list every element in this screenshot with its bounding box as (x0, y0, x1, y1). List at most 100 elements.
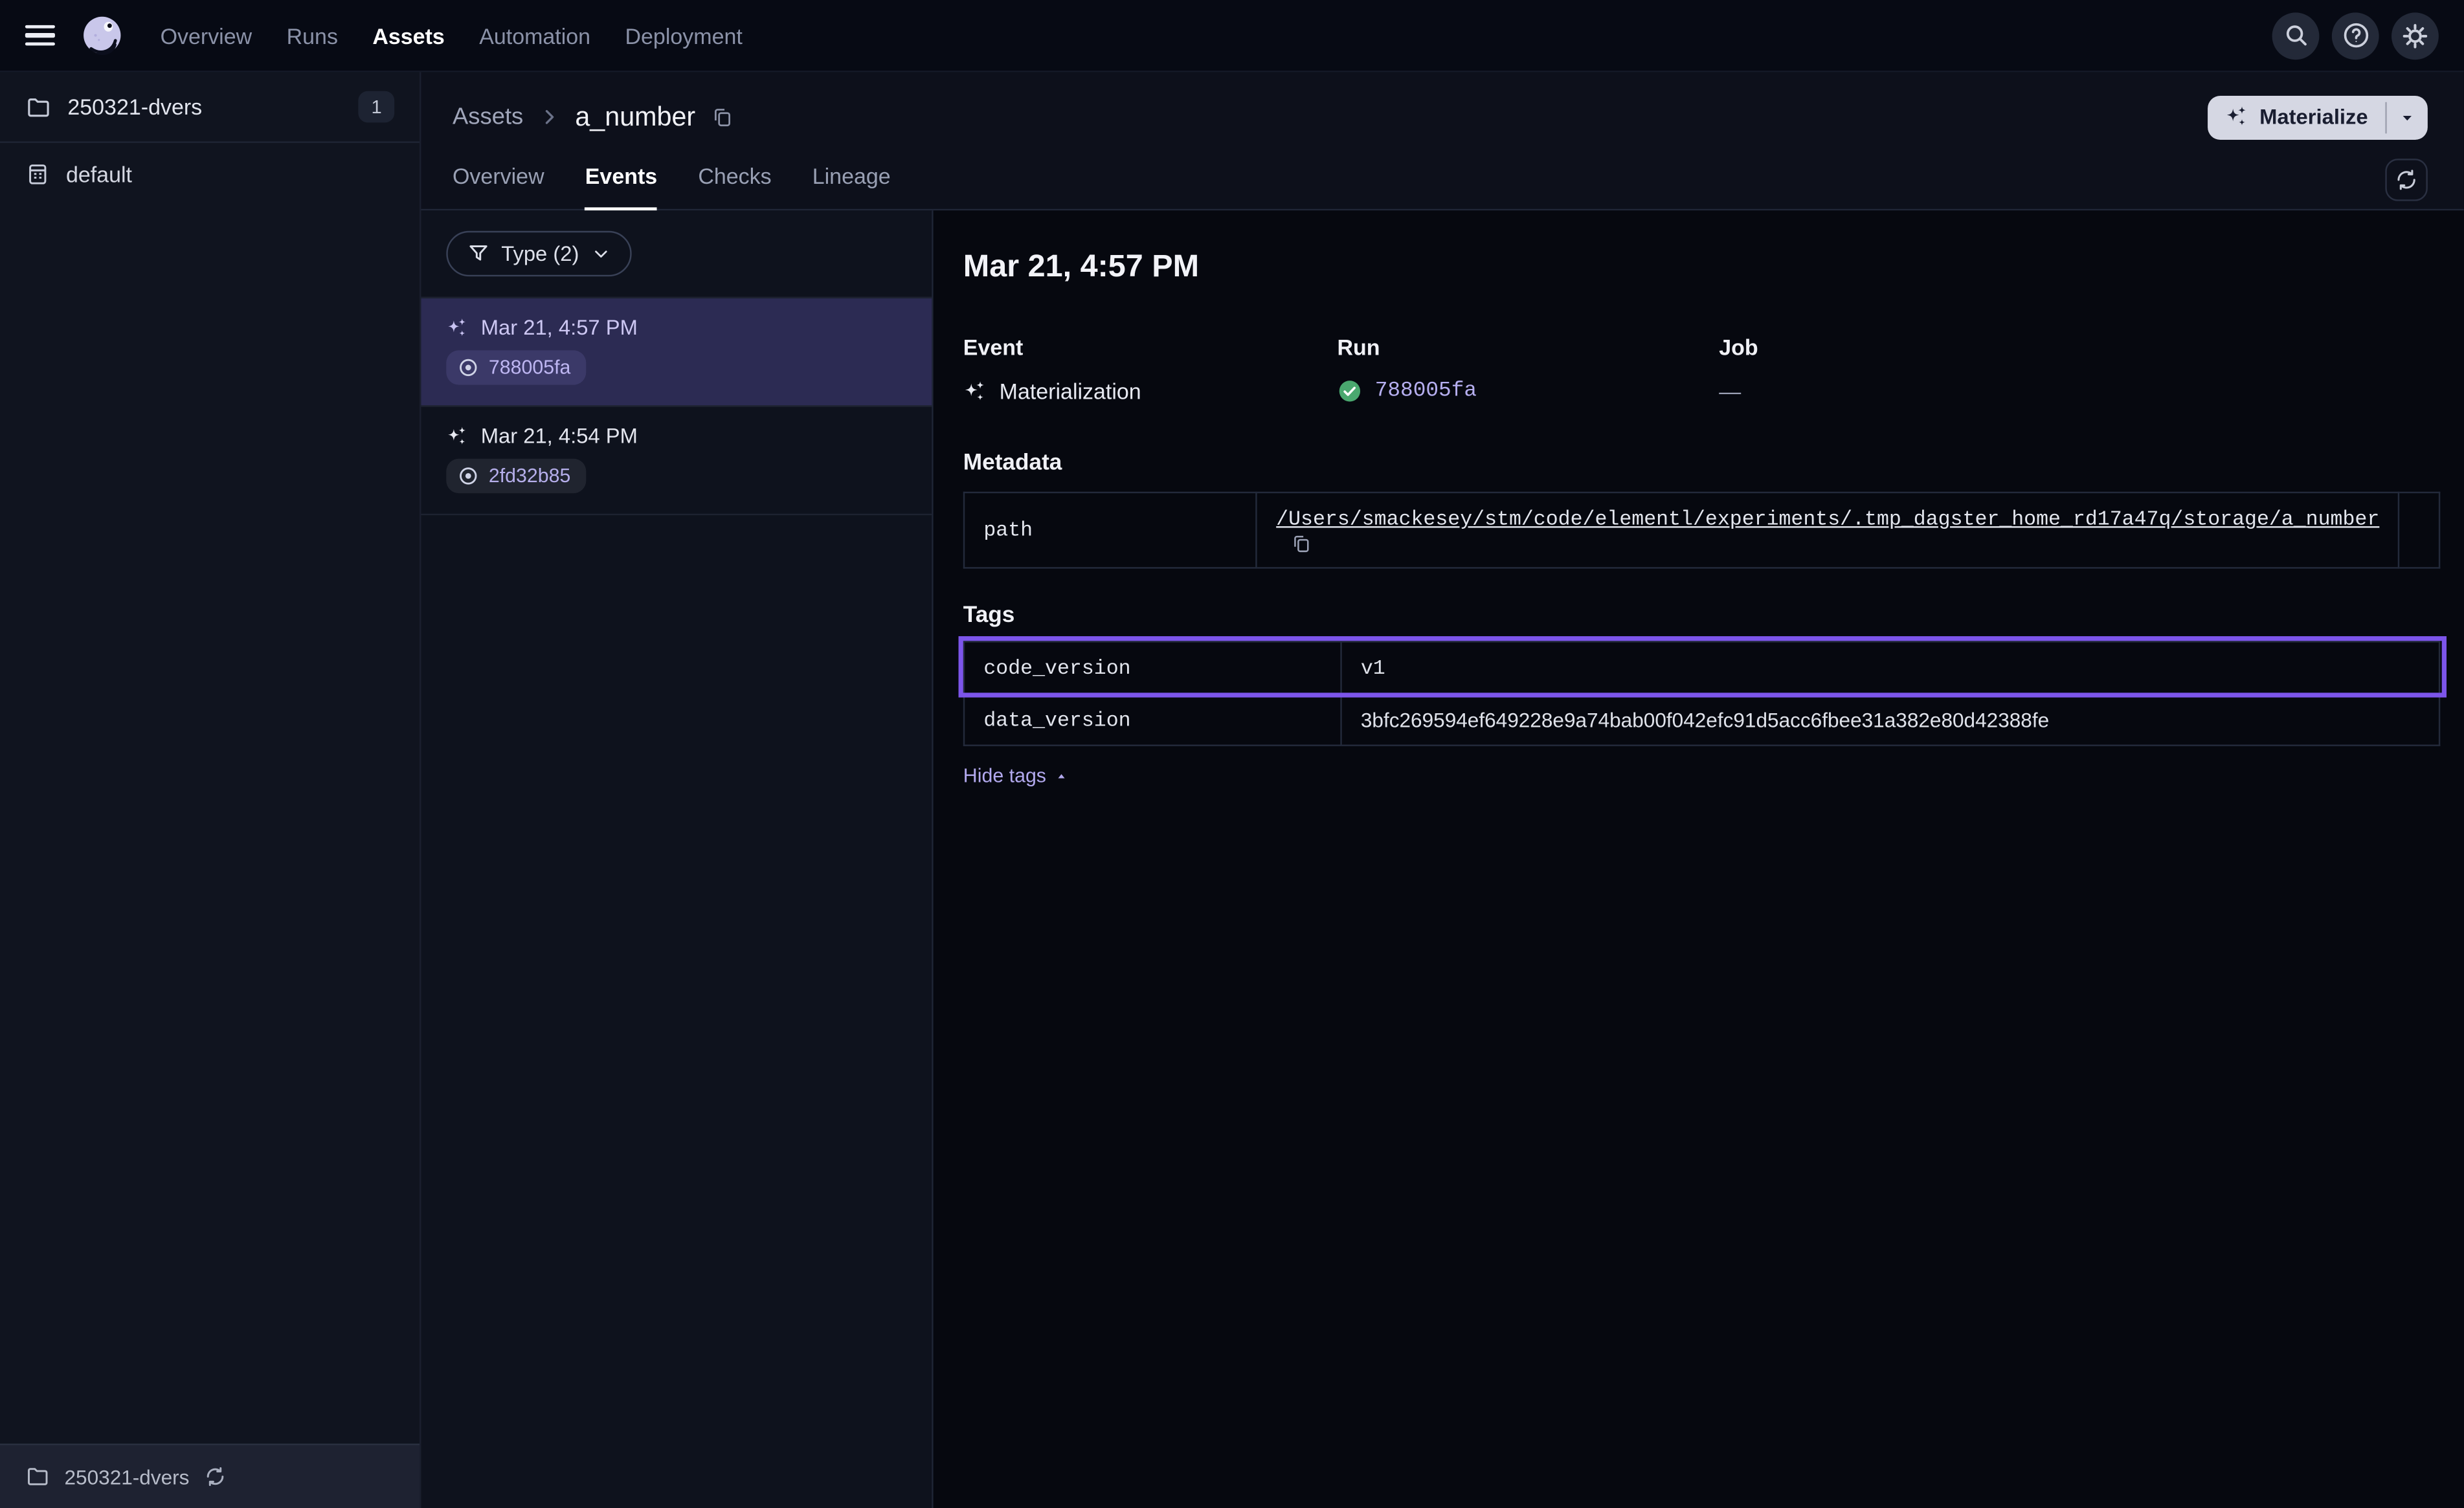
materialize-split-button: Materialize (2208, 95, 2428, 139)
asset-group-icon (25, 162, 50, 187)
filter-row: Type (2) (421, 210, 932, 296)
sidebar-item-code-location[interactable]: 250321-dvers 1 (0, 72, 420, 142)
settings-button[interactable] (2391, 12, 2439, 59)
asset-count-badge: 1 (359, 91, 394, 123)
tags-heading: Tags (963, 603, 2440, 628)
main-area: Assets a_number Materialize (421, 72, 2463, 1508)
nav-item-overview[interactable]: Overview (161, 23, 252, 48)
event-type-label: Materialization (1000, 379, 1141, 404)
gear-icon (2401, 21, 2430, 50)
tab-lineage[interactable]: Lineage (812, 151, 891, 210)
folder-icon (25, 1464, 50, 1489)
folder-icon (25, 93, 52, 120)
tag-value: 3bfc269594ef649228e9a74bab00f042efc91d5a… (1341, 694, 2440, 746)
path-link[interactable]: /Users/smackesey/stm/code/elementl/exper… (1276, 507, 2379, 531)
nav-item-deployment[interactable]: Deployment (625, 23, 742, 48)
hide-tags-link[interactable]: Hide tags (963, 765, 1068, 787)
materialization-sparkle-icon (446, 425, 468, 447)
tag-row-code-version: code_version v1 (964, 641, 2439, 693)
run-id-label: 2fd32b85 (489, 465, 571, 487)
tab-events[interactable]: Events (585, 151, 657, 210)
help-button[interactable] (2332, 12, 2379, 59)
sparkle-icon (2225, 105, 2248, 129)
asset-groups-sidebar: 250321-dvers 1 default 250321-dvers (0, 72, 421, 1508)
tag-key: data_version (964, 694, 1341, 746)
caret-down-icon (2398, 107, 2417, 126)
event-list-item-1[interactable]: Mar 21, 4:57 PM 788005fa (421, 297, 932, 407)
nav-item-runs[interactable]: Runs (287, 23, 338, 48)
chevron-right-icon (537, 105, 561, 129)
breadcrumb: Assets a_number Materialize (421, 72, 2463, 142)
asset-tabs: Overview Events Checks Lineage (421, 141, 2463, 210)
job-column: Job — (1719, 335, 2440, 404)
copy-asset-name-icon[interactable] (710, 105, 733, 129)
caret-up-icon (1054, 769, 1068, 783)
run-id-badge[interactable]: 2fd32b85 (446, 459, 586, 493)
reload-location-icon[interactable] (203, 1465, 225, 1487)
metadata-heading: Metadata (963, 451, 2440, 476)
tag-value: v1 (1341, 641, 2440, 693)
refresh-button[interactable] (2385, 159, 2428, 201)
run-status-icon (457, 357, 479, 379)
metadata-value-cell: /Users/smackesey/stm/code/elementl/exper… (1257, 493, 2399, 568)
nav-item-assets[interactable]: Assets (372, 23, 444, 48)
events-list-pane: Type (2) Mar 21, 4:57 PM (421, 210, 933, 1508)
tab-checks[interactable]: Checks (698, 151, 771, 210)
type-filter-button[interactable]: Type (2) (446, 231, 631, 276)
filter-funnel-icon (467, 242, 490, 265)
tags-table-wrap: code_version v1 data_version 3bfc269594e… (963, 641, 2440, 746)
page-title: a_number (575, 102, 695, 133)
hamburger-menu-icon[interactable] (25, 25, 55, 46)
materialize-button[interactable]: Materialize (2208, 95, 2385, 139)
materialize-label: Materialize (2259, 105, 2368, 129)
tags-table: code_version v1 data_version 3bfc269594e… (963, 641, 2440, 746)
asset-group-label: default (66, 162, 394, 187)
top-nav-actions (2272, 12, 2439, 59)
event-time: Mar 21, 4:54 PM (481, 424, 638, 447)
type-filter-label: Type (2) (501, 242, 579, 265)
tab-overview[interactable]: Overview (453, 151, 544, 210)
event-detail-title: Mar 21, 4:57 PM (963, 250, 2440, 286)
sidebar-item-default-group[interactable]: default (0, 143, 420, 206)
materialization-sparkle-icon (963, 379, 987, 403)
copy-path-icon[interactable] (1290, 533, 1312, 555)
run-id-label: 788005fa (489, 357, 571, 379)
chevron-down-icon (590, 243, 610, 264)
top-nav: Overview Runs Assets Automation Deployme… (0, 0, 2464, 72)
event-time: Mar 21, 4:57 PM (481, 316, 638, 339)
search-button[interactable] (2272, 12, 2320, 59)
tag-key: code_version (964, 641, 1341, 693)
hide-tags-label: Hide tags (963, 765, 1046, 787)
job-column-header: Job (1719, 335, 2440, 360)
help-icon (2340, 21, 2370, 50)
dagster-logo[interactable] (78, 12, 126, 59)
event-column: Event Materialization (963, 335, 1338, 404)
code-location-label: 250321-dvers (67, 94, 359, 120)
metadata-spacer-cell (2399, 493, 2439, 568)
materialize-dropdown-button[interactable] (2387, 95, 2428, 139)
run-status-icon (457, 465, 479, 487)
tag-row-data-version: data_version 3bfc269594ef649228e9a74bab0… (964, 694, 2439, 746)
job-empty-value: — (1719, 379, 1741, 404)
metadata-key: path (964, 493, 1257, 568)
nav-item-automation[interactable]: Automation (479, 23, 590, 48)
run-id-link[interactable]: 788005fa (1375, 379, 1477, 403)
search-icon (2282, 22, 2309, 49)
breadcrumb-assets-link[interactable]: Assets (453, 104, 523, 130)
event-summary-columns: Event Materialization Run (963, 335, 2440, 404)
metadata-row-path: path /Users/smackesey/stm/code/elementl/… (964, 493, 2439, 568)
event-list-item-2[interactable]: Mar 21, 4:54 PM 2fd32b85 (421, 407, 932, 515)
footer-code-location-label: 250321-dvers (65, 1465, 190, 1488)
sidebar-footer-code-location[interactable]: 250321-dvers (0, 1444, 420, 1508)
run-success-icon (1337, 379, 1362, 404)
event-detail-pane: Mar 21, 4:57 PM Event Materialization (934, 210, 2464, 1508)
refresh-icon (2395, 168, 2418, 192)
metadata-table: path /Users/smackesey/stm/code/elementl/… (963, 492, 2440, 569)
dagster-app: Overview Runs Assets Automation Deployme… (0, 0, 2464, 1508)
run-column-header: Run (1337, 335, 1719, 360)
primary-nav: Overview Runs Assets Automation Deployme… (161, 23, 743, 48)
run-id-badge[interactable]: 788005fa (446, 350, 586, 384)
event-column-header: Event (963, 335, 1338, 360)
run-column: Run 788005fa (1337, 335, 1719, 404)
materialization-sparkle-icon (446, 316, 468, 338)
